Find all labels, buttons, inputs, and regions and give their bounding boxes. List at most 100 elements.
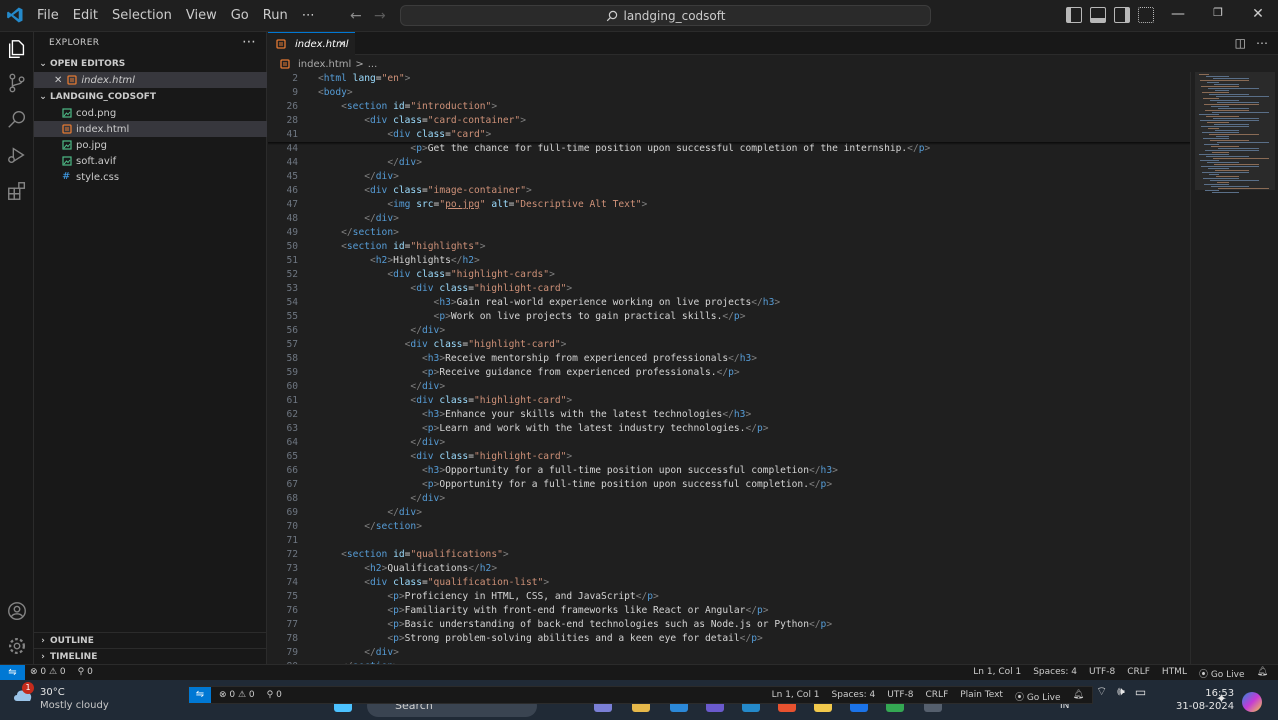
code-line[interactable]: 28 <div class="card-container"> xyxy=(268,114,1190,128)
code-line[interactable]: 61 <div class="highlight-card"> xyxy=(268,394,1190,408)
code-line[interactable]: 51 <h2>Highlights</h2> xyxy=(268,254,1190,268)
menu-go[interactable]: Go xyxy=(224,0,256,32)
code-line[interactable]: 54 <h3>Gain real-world experience workin… xyxy=(268,296,1190,310)
code-line[interactable]: 72 <section id="qualifications"> xyxy=(268,548,1190,562)
close-icon[interactable]: ✕ xyxy=(54,75,62,86)
code-line[interactable]: 46 <div class="image-container"> xyxy=(268,184,1190,198)
ports-indicator[interactable]: ⚲ 0 xyxy=(78,667,93,677)
code-line[interactable]: 52 <div class="highlight-cards"> xyxy=(268,268,1190,282)
encoding[interactable]: UTF-8 xyxy=(887,690,913,703)
code-line[interactable]: 73 <h2>Qualifications</h2> xyxy=(268,562,1190,576)
wifi-icon[interactable]: ⌔ xyxy=(1096,684,1107,699)
code-line[interactable]: 62 <h3>Enhance your skills with the late… xyxy=(268,408,1190,422)
code-line[interactable]: 79 </div> xyxy=(268,646,1190,660)
cursor-position[interactable]: Ln 1, Col 1 xyxy=(772,690,820,703)
remote-indicator-icon[interactable]: ⇋ xyxy=(0,665,25,681)
breadcrumb-file[interactable]: index.html xyxy=(298,59,351,70)
source-control-icon[interactable] xyxy=(6,72,28,94)
end-of-line[interactable]: CRLF xyxy=(926,690,949,703)
explorer-icon[interactable] xyxy=(6,38,28,60)
gear-icon[interactable] xyxy=(6,635,28,657)
code-line[interactable]: 71 xyxy=(268,534,1190,548)
open-editors-header[interactable]: ⌄ OPEN EDITORS xyxy=(34,56,267,72)
code-line[interactable]: 70 </section> xyxy=(268,520,1190,534)
restore-icon[interactable]: ❐ xyxy=(1198,6,1238,22)
go-live-button[interactable]: ⦿ Go Live xyxy=(1199,667,1245,680)
problems-indicator[interactable]: ⊗ 0 ⚠ 0 xyxy=(30,667,66,677)
close-icon[interactable]: ✕ xyxy=(1238,6,1278,22)
code-line[interactable]: 75 <p>Proficiency in HTML, CSS, and Java… xyxy=(268,590,1190,604)
code-line[interactable]: 63 <p>Learn and work with the latest ind… xyxy=(268,422,1190,436)
code-line[interactable]: 64 </div> xyxy=(268,436,1190,450)
indentation[interactable]: Spaces: 4 xyxy=(1033,667,1077,680)
code-line[interactable]: 76 <p>Familiarity with front-end framewo… xyxy=(268,604,1190,618)
remote-indicator-icon[interactable]: ⇋ xyxy=(189,687,211,703)
language-mode[interactable]: HTML xyxy=(1162,667,1187,680)
code-line[interactable]: 58 <h3>Receive mentorship from experienc… xyxy=(268,352,1190,366)
volume-icon[interactable]: 🕪︎ xyxy=(1117,684,1125,699)
code-line[interactable]: 49 </section> xyxy=(268,226,1190,240)
code-line[interactable]: 47 <img src="po.jpg" alt="Descriptive Al… xyxy=(268,198,1190,212)
code-line[interactable]: 78 <p>Strong problem-solving abilities a… xyxy=(268,632,1190,646)
code-line[interactable]: 53 <div class="highlight-card"> xyxy=(268,282,1190,296)
more-actions-icon[interactable]: ⋯ xyxy=(1256,36,1268,50)
run-debug-icon[interactable] xyxy=(6,144,28,166)
split-editor-icon[interactable]: ◫ xyxy=(1235,36,1246,50)
accounts-icon[interactable] xyxy=(6,600,28,622)
project-folder-header[interactable]: ⌄ LANDGING_CODSOFT xyxy=(34,89,267,105)
code-line[interactable]: 67 <p>Opportunity for a full-time positi… xyxy=(268,478,1190,492)
code-line[interactable]: 57 <div class="highlight-card"> xyxy=(268,338,1190,352)
code-line[interactable]: 45 </div> xyxy=(268,170,1190,184)
code-line[interactable]: 77 <p>Basic understanding of back-end te… xyxy=(268,618,1190,632)
close-icon[interactable]: × xyxy=(338,37,347,50)
minimap[interactable] xyxy=(1190,72,1278,664)
file-item[interactable]: index.html xyxy=(34,121,267,137)
language-mode[interactable]: Plain Text xyxy=(960,690,1003,703)
ports-indicator[interactable]: ⚲ 0 xyxy=(267,690,282,700)
indentation[interactable]: Spaces: 4 xyxy=(832,690,876,703)
customize-layout-icon[interactable] xyxy=(1138,7,1154,23)
notifications-bell-icon[interactable]: 🔔︎ xyxy=(1257,667,1268,680)
code-line[interactable]: 55 <p>Work on live projects to gain prac… xyxy=(268,310,1190,324)
code-line[interactable]: 60 </div> xyxy=(268,380,1190,394)
weather-widget[interactable]: 1 30°C Mostly cloudy xyxy=(12,682,109,712)
end-of-line[interactable]: CRLF xyxy=(1127,667,1150,680)
command-center-search[interactable]: landging_codsoft xyxy=(400,5,931,26)
code-line[interactable]: 66 <h3>Opportunity for a full-time posit… xyxy=(268,464,1190,478)
menu-file[interactable]: File xyxy=(30,0,66,32)
menu-run[interactable]: Run xyxy=(256,0,295,32)
code-editor[interactable]: 2 <html lang="en"> 9 <body> 26 <section id="… xyxy=(268,72,1278,664)
code-line[interactable]: 59 <p>Receive guidance from experienced … xyxy=(268,366,1190,380)
timeline-header[interactable]: › TIMELINE xyxy=(34,648,267,664)
code-line[interactable]: 50 <section id="highlights"> xyxy=(268,240,1190,254)
code-line[interactable]: 56 </div> xyxy=(268,324,1190,338)
code-line[interactable]: 2 <html lang="en"> xyxy=(268,72,1190,86)
breadcrumb-symbol[interactable]: ... xyxy=(368,59,378,70)
toggle-panel-icon[interactable] xyxy=(1090,7,1106,23)
back-arrow-icon[interactable]: ← xyxy=(350,8,362,24)
toggle-primary-sidebar-icon[interactable] xyxy=(1066,7,1082,23)
code-line[interactable]: 9 <body> xyxy=(268,86,1190,100)
encoding[interactable]: UTF-8 xyxy=(1089,667,1115,680)
tab-index-html[interactable]: index.html × xyxy=(268,32,355,55)
file-item[interactable]: # style.css xyxy=(34,169,267,185)
outline-header[interactable]: › OUTLINE xyxy=(34,632,267,648)
code-line[interactable]: 68 </div> xyxy=(268,492,1190,506)
code-line[interactable]: 74 <div class="qualification-list"> xyxy=(268,576,1190,590)
minimize-icon[interactable]: — xyxy=(1158,6,1198,22)
forward-arrow-icon[interactable]: → xyxy=(374,8,386,24)
file-item[interactable]: soft.avif xyxy=(34,153,267,169)
code-line[interactable]: 48 </div> xyxy=(268,212,1190,226)
menu-view[interactable]: View xyxy=(179,0,224,32)
file-item[interactable]: po.jpg xyxy=(34,137,267,153)
toggle-secondary-sidebar-icon[interactable] xyxy=(1114,7,1130,23)
notifications-bell-icon[interactable]: 🔔︎ xyxy=(1073,690,1084,703)
code-line[interactable]: 41 <div class="card"> xyxy=(268,128,1190,142)
search-icon[interactable] xyxy=(6,108,28,130)
extensions-icon[interactable] xyxy=(6,180,28,202)
more-actions-icon[interactable]: ⋯ xyxy=(242,34,256,50)
notification-icon[interactable]: ✦ xyxy=(1216,692,1227,707)
menu-edit[interactable]: Edit xyxy=(66,0,105,32)
copilot-icon[interactable] xyxy=(1242,692,1262,712)
go-live-button[interactable]: ⦿ Go Live xyxy=(1015,690,1061,703)
